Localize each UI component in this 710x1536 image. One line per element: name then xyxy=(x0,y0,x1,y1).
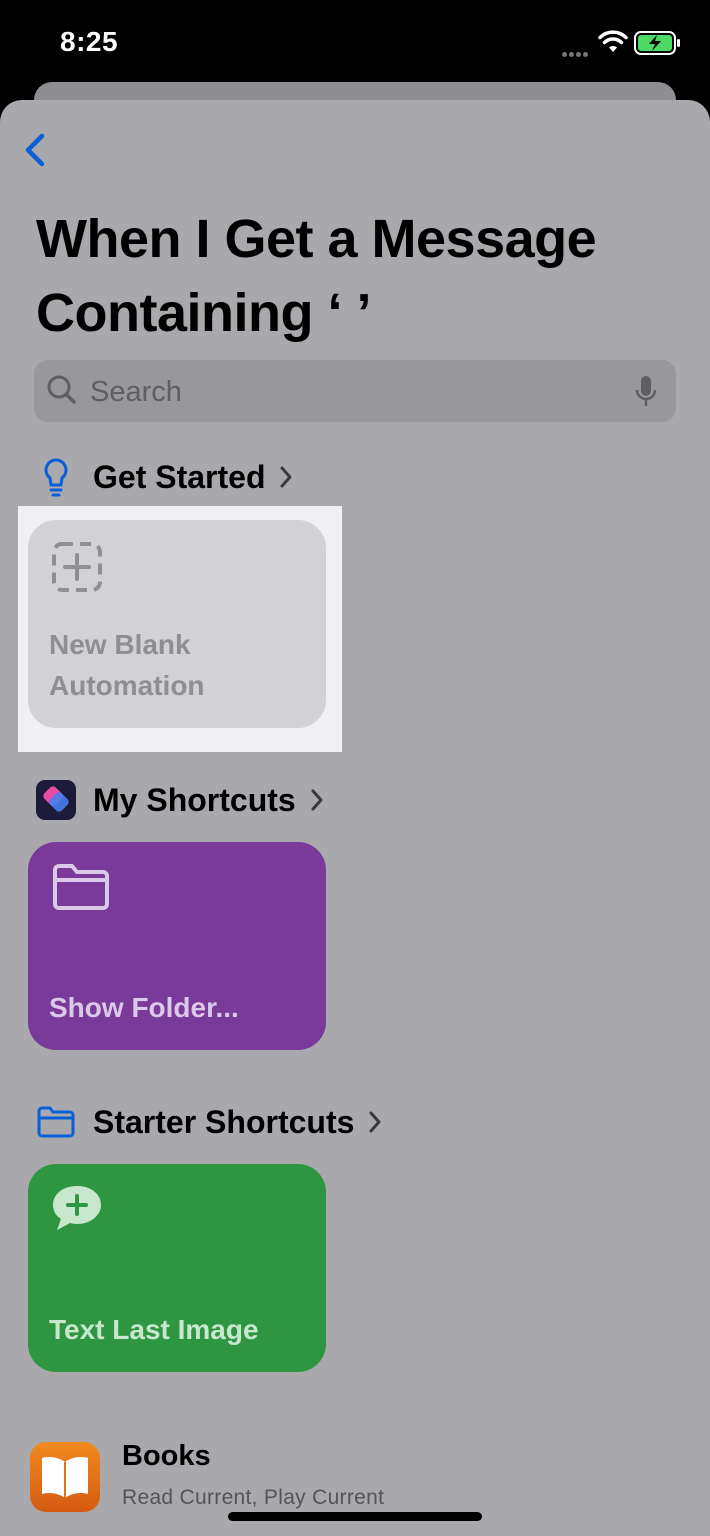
page-title: When I Get a Message Containing ‘ ’ xyxy=(36,202,686,350)
books-app-icon xyxy=(30,1442,100,1512)
shortcuts-app-icon xyxy=(36,780,76,820)
folder-icon xyxy=(36,1102,76,1142)
section-label-starter-shortcuts: Starter Shortcuts xyxy=(93,1103,355,1140)
new-blank-automation-card[interactable]: New Blank Automation xyxy=(28,520,326,728)
card-label: New Blank Automation xyxy=(49,629,205,701)
chevron-right-icon xyxy=(368,1110,382,1134)
app-subtitle: Read Current, Play Current xyxy=(122,1486,385,1509)
card-label: Text Last Image xyxy=(49,1314,259,1345)
automation-sheet: When I Get a Message Containing ‘ ’ Get … xyxy=(0,100,710,1536)
chevron-right-icon xyxy=(279,465,293,489)
section-label-get-started: Get Started xyxy=(93,458,266,495)
message-plus-icon xyxy=(53,1186,101,1230)
lightbulb-icon xyxy=(36,457,76,497)
page-title-line1: When I Get a Message xyxy=(36,209,597,269)
page-title-line2: Containing ‘ ’ xyxy=(36,283,371,343)
battery-charging-icon xyxy=(634,31,680,55)
app-title: Books xyxy=(122,1440,211,1472)
microphone-icon[interactable] xyxy=(634,374,658,410)
section-get-started[interactable]: Get Started xyxy=(36,455,293,499)
app-row-books[interactable]: Books Read Current, Play Current xyxy=(30,1438,680,1536)
status-time: 8:25 xyxy=(60,26,119,57)
book-icon xyxy=(42,1457,88,1498)
section-label-my-shortcuts: My Shortcuts xyxy=(93,781,296,818)
search-bar[interactable] xyxy=(34,360,676,422)
search-icon xyxy=(47,375,76,404)
show-folder-card[interactable]: Show Folder... xyxy=(28,842,326,1050)
search-input[interactable] xyxy=(88,370,612,414)
chevron-right-icon xyxy=(310,788,324,812)
card-label: Show Folder... xyxy=(49,992,239,1023)
dashed-plus-square-icon xyxy=(52,542,102,592)
text-last-image-card[interactable]: Text Last Image xyxy=(28,1164,326,1372)
chevron-left-icon xyxy=(25,133,45,167)
status-bar: 8:25 xyxy=(0,0,710,90)
folder-icon xyxy=(53,864,109,910)
back-button[interactable] xyxy=(18,130,54,170)
wifi-icon xyxy=(598,30,628,52)
cellular-signal-icon xyxy=(562,44,590,62)
section-my-shortcuts[interactable]: My Shortcuts xyxy=(36,778,324,822)
home-indicator[interactable] xyxy=(228,1512,482,1521)
section-starter-shortcuts[interactable]: Starter Shortcuts xyxy=(36,1100,382,1144)
